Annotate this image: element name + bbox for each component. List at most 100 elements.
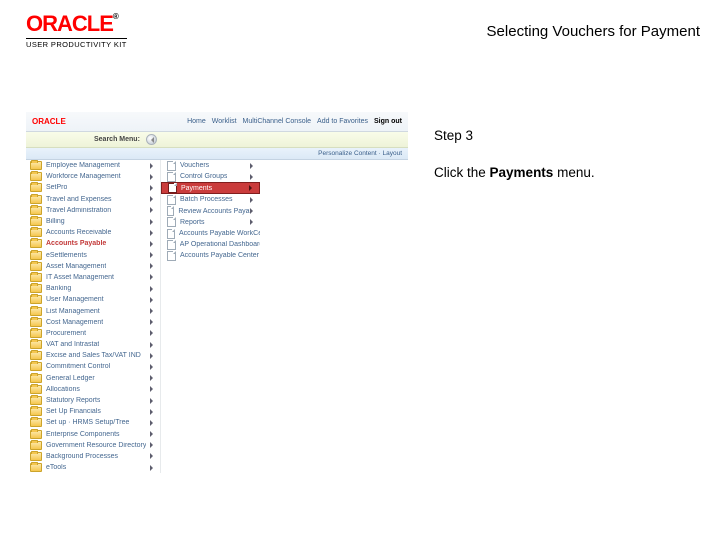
personalize-link[interactable]: Personalize Content · Layout (318, 150, 402, 157)
folder-icon (30, 463, 42, 472)
menu-item[interactable]: Workforce Management (26, 171, 160, 182)
brand-block: ORACLE® USER PRODUCTIVITY KIT (26, 13, 127, 49)
submenu-item-highlighted[interactable]: Payments (161, 182, 260, 194)
menu-item-label: SetPro (46, 184, 67, 191)
topnav-link[interactable]: Add to Favorites (317, 118, 368, 125)
menu-item[interactable]: eTools (26, 462, 160, 473)
menu-item[interactable]: Statutory Reports (26, 395, 160, 406)
menu-item-label: Banking (46, 285, 71, 292)
folder-icon (30, 262, 42, 271)
chevron-right-icon (150, 185, 156, 191)
submenu-item-label: Accounts Payable WorkCenter (179, 230, 260, 237)
folder-icon (30, 374, 42, 383)
submenu-item-label: Accounts Payable Center (180, 252, 259, 259)
menu-item[interactable]: IT Asset Management (26, 272, 160, 283)
collapse-icon[interactable] (146, 134, 157, 145)
submenu-item[interactable]: Vouchers (161, 160, 260, 171)
menu-item[interactable]: Employee Management (26, 160, 160, 171)
menu-item-label: Accounts Payable (46, 240, 106, 247)
folder-icon (30, 362, 42, 371)
folder-icon (30, 396, 42, 405)
menu-item[interactable]: Background Processes (26, 451, 160, 462)
menu-item[interactable]: Travel Administration (26, 205, 160, 216)
folder-icon (30, 239, 42, 248)
tm-mark: ® (113, 12, 118, 21)
chevron-right-icon (150, 442, 156, 448)
topnav-link[interactable]: Home (187, 118, 206, 125)
menu-item[interactable]: Billing (26, 216, 160, 227)
menu-item[interactable]: VAT and Intrastat (26, 339, 160, 350)
folder-icon (30, 340, 42, 349)
chevron-right-icon (150, 219, 156, 225)
submenu-item[interactable]: Reports (161, 217, 260, 228)
page-icon (167, 206, 174, 216)
logo-text: ORACLE (26, 11, 113, 36)
chevron-right-icon (150, 286, 156, 292)
chevron-right-icon (150, 230, 156, 236)
mini-oracle-logo: ORACLE (32, 117, 66, 126)
chevron-right-icon (150, 398, 156, 404)
page-icon (167, 172, 176, 182)
submenu-item[interactable]: Accounts Payable WorkCenter (161, 228, 260, 239)
menu-item[interactable]: Travel and Expenses (26, 194, 160, 205)
menu-item[interactable]: Set Up Financials (26, 406, 160, 417)
menu-item-label: Allocations (46, 386, 80, 393)
step-label: Step 3 (434, 128, 676, 143)
submenu-item[interactable]: AP Operational Dashboard (161, 239, 260, 250)
menu-item[interactable]: User Management (26, 294, 160, 305)
topnav-link[interactable]: MultiChannel Console (243, 118, 311, 125)
page-icon (167, 217, 176, 227)
menu-item[interactable]: Set up · HRMS Setup/Tree (26, 417, 160, 428)
submenu-item[interactable]: Accounts Payable Center (161, 250, 260, 261)
page-icon (167, 161, 176, 171)
chevron-right-icon (150, 274, 156, 280)
submenu-item[interactable]: Control Groups (161, 171, 260, 182)
menu-item[interactable]: General Ledger (26, 373, 160, 384)
menu-item[interactable]: Procurement (26, 328, 160, 339)
topnav-link[interactable]: Sign out (374, 118, 402, 125)
folder-icon (30, 295, 42, 304)
menu-item-label: Background Processes (46, 453, 118, 460)
menu-item[interactable]: Allocations (26, 384, 160, 395)
menu-item[interactable]: List Management (26, 305, 160, 316)
page-title: Selecting Vouchers for Payment (487, 23, 700, 40)
menu-item[interactable]: Enterprise Components (26, 429, 160, 440)
chevron-right-icon (150, 342, 156, 348)
chevron-right-icon (150, 364, 156, 370)
menu-item[interactable]: Commitment Control (26, 361, 160, 372)
submenu-item-label: Batch Processes (180, 196, 233, 203)
menu-item[interactable]: SetPro (26, 182, 160, 193)
page-icon (167, 240, 176, 250)
brand-subtitle: USER PRODUCTIVITY KIT (26, 38, 127, 49)
menu-item-label: User Management (46, 296, 104, 303)
submenu-item-label: Review Accounts Payable Info (178, 208, 250, 215)
folder-icon (30, 284, 42, 293)
menu-item[interactable]: Accounts Payable (26, 238, 160, 249)
menu-item[interactable]: eSettlements (26, 250, 160, 261)
folder-icon (30, 172, 42, 181)
menu-item[interactable]: Asset Management (26, 261, 160, 272)
folder-icon (30, 206, 42, 215)
chevron-right-icon (150, 163, 156, 169)
folder-icon (30, 430, 42, 439)
topnav-link[interactable]: Worklist (212, 118, 237, 125)
submenu-item[interactable]: Batch Processes (161, 194, 260, 205)
folder-icon (30, 441, 42, 450)
folder-icon (30, 452, 42, 461)
menu-item[interactable]: Government Resource Directory (26, 440, 160, 451)
instruction-text: Click the Payments menu. (434, 165, 676, 180)
folder-icon (30, 351, 42, 360)
menu-item[interactable]: Banking (26, 283, 160, 294)
submenu-item[interactable]: Review Accounts Payable Info (161, 206, 260, 217)
menu-item[interactable]: Excise and Sales Tax/VAT IND (26, 350, 160, 361)
folder-icon (30, 329, 42, 338)
menu-item-label: List Management (46, 308, 100, 315)
menu-item-label: Employee Management (46, 162, 120, 169)
submenu-column: VouchersControl GroupsPayments Batch Proc… (160, 160, 260, 473)
menu-item[interactable]: Cost Management (26, 317, 160, 328)
folder-icon (30, 318, 42, 327)
chevron-right-icon (150, 263, 156, 269)
menu-item[interactable]: Accounts Receivable (26, 227, 160, 238)
chevron-right-icon (150, 241, 156, 247)
chevron-right-icon (150, 420, 156, 426)
